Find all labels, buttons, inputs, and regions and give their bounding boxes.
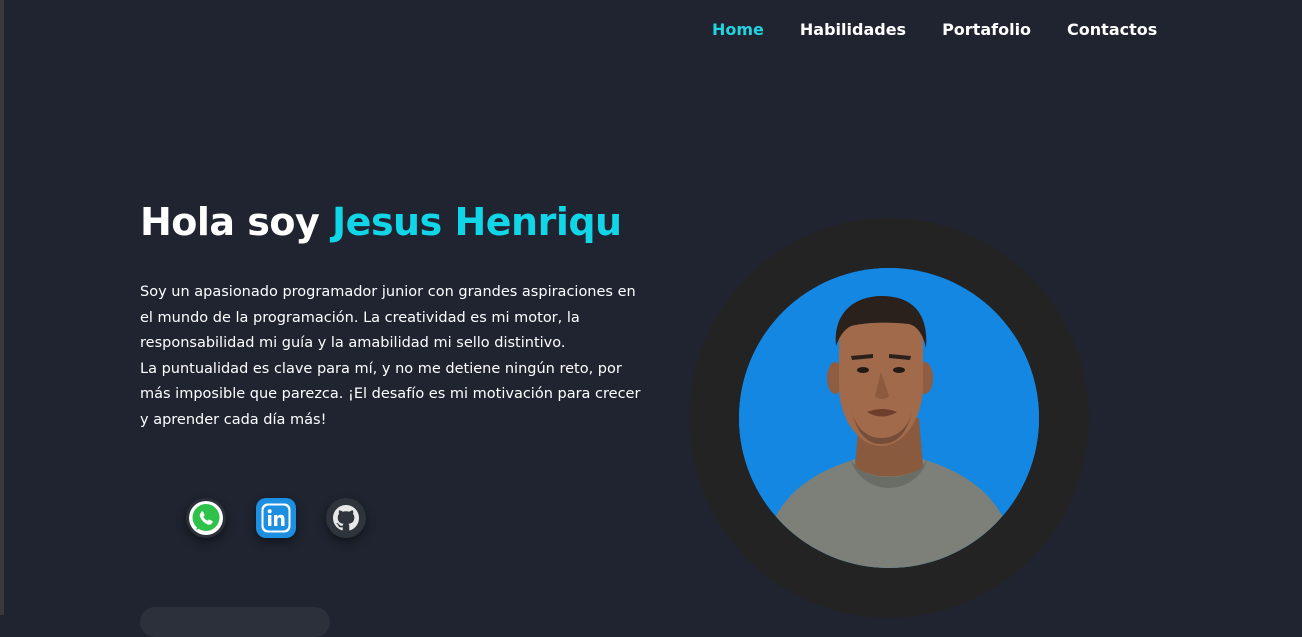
nav-habilidades[interactable]: Habilidades (800, 18, 906, 42)
hero-greeting: Hola soy (140, 200, 333, 244)
linkedin-icon (261, 503, 291, 533)
whatsapp-link[interactable] (186, 498, 226, 538)
bio-paragraph-2: La puntualidad es clave para mí, y no me… (140, 360, 641, 428)
github-icon (333, 505, 359, 531)
nav-contactos[interactable]: Contactos (1067, 18, 1157, 42)
github-link[interactable] (326, 498, 366, 538)
bio-paragraph-1: Soy un apasionado programador junior con… (140, 284, 636, 351)
top-nav: Home Habilidades Portafolio Contactos (694, 18, 1175, 42)
window-edge (0, 0, 4, 615)
nav-portafolio[interactable]: Portafolio (942, 18, 1031, 42)
hero-title: Hola soy Jesus Henriqu (140, 196, 622, 248)
profile-portrait-image (739, 268, 1039, 568)
profile-photo (739, 268, 1039, 568)
nav-home[interactable]: Home (712, 18, 764, 42)
bio: Soy un apasionado programador junior con… (140, 280, 650, 433)
whatsapp-icon (189, 501, 223, 535)
linkedin-link[interactable] (256, 498, 296, 538)
hero-name: Jesus Henriqu (332, 200, 622, 244)
social-links (186, 498, 366, 538)
cv-button[interactable] (140, 607, 330, 637)
